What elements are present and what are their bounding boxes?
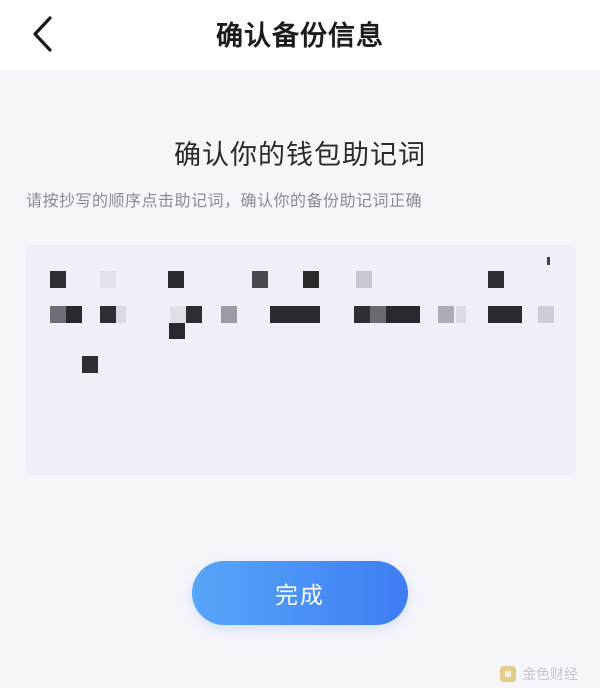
mnemonic-word[interactable] [270, 306, 328, 323]
mnemonic-word[interactable] [82, 356, 140, 373]
mnemonic-word[interactable] [168, 271, 226, 288]
watermark-logo-icon [500, 666, 516, 682]
header: 确认备份信息 [0, 0, 600, 70]
mnemonic-word[interactable] [252, 271, 319, 288]
done-button[interactable]: 完成 [192, 561, 408, 625]
mnemonic-words-area [26, 245, 576, 475]
done-button-label: 完成 [275, 583, 325, 609]
mnemonic-word[interactable] [50, 271, 116, 288]
section-heading: 确认你的钱包助记词 [174, 140, 426, 171]
mnemonic-word[interactable] [170, 306, 228, 323]
mnemonic-word[interactable] [488, 306, 554, 323]
mnemonic-word[interactable] [50, 306, 126, 323]
watermark-text: 金色财经 [522, 667, 578, 683]
watermark: 金色财经 [500, 663, 578, 685]
instruction-text: 请按抄写的顺序点击助记词，确认你的备份助记词正确 [26, 191, 423, 210]
page-title: 确认备份信息 [216, 21, 384, 52]
mnemonic-word[interactable] [356, 271, 414, 288]
mnemonic-word[interactable] [354, 306, 420, 323]
mnemonic-word[interactable] [488, 271, 546, 288]
